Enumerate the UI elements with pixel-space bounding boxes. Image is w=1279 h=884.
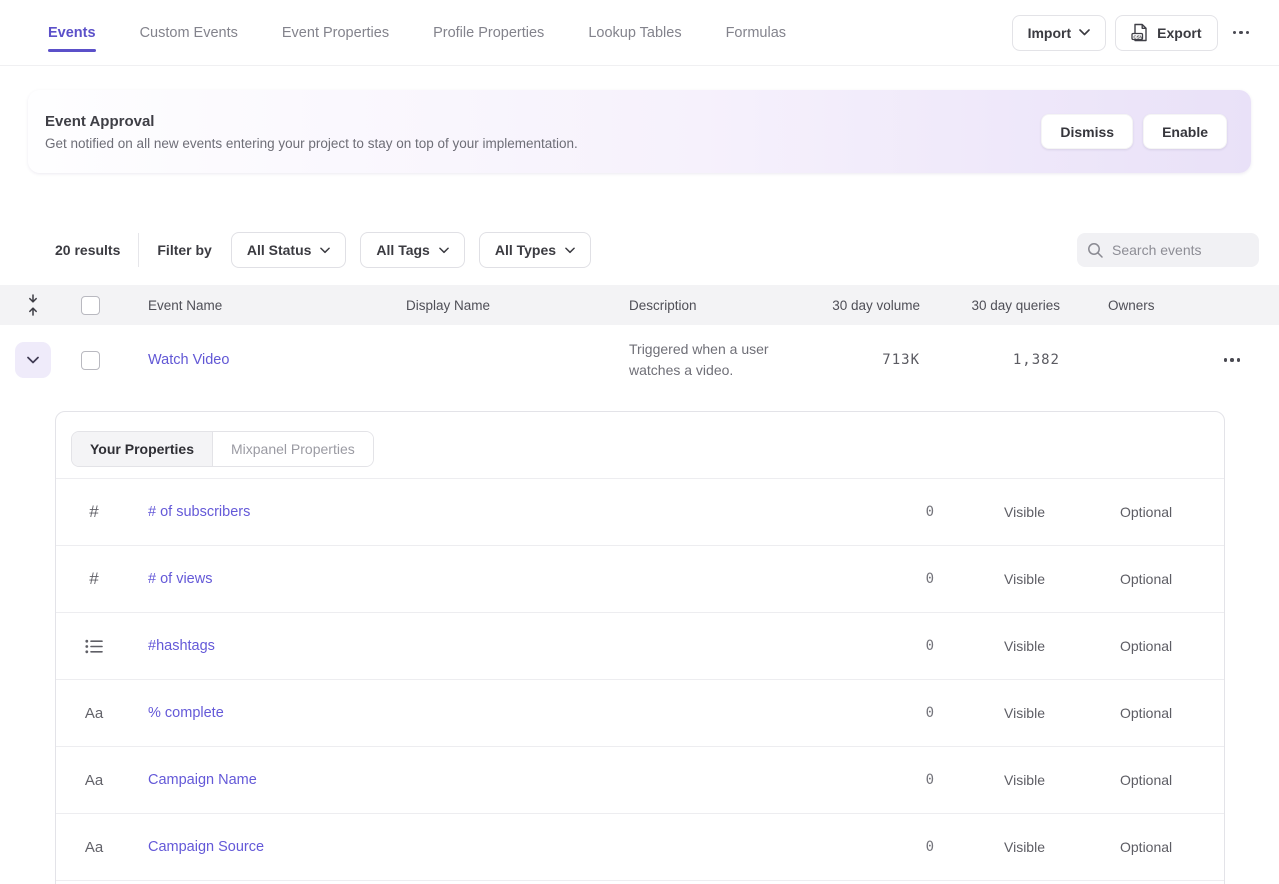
- select-all-checkbox[interactable]: [81, 296, 100, 315]
- property-queries: 0: [874, 504, 934, 520]
- status-filter-dropdown[interactable]: All Status: [231, 232, 347, 268]
- tags-filter-dropdown[interactable]: All Tags: [360, 232, 464, 268]
- text-type-icon: Aa: [85, 839, 103, 856]
- property-requirement: Optional: [1084, 504, 1224, 520]
- csv-file-icon: CSV: [1131, 23, 1149, 42]
- tab-mixpanel-properties[interactable]: Mixpanel Properties: [213, 432, 373, 466]
- banner-subtitle: Get notified on all new events entering …: [45, 136, 578, 151]
- property-row: # # of subscribers 0 Visible Optional: [56, 479, 1224, 546]
- property-name-link[interactable]: # of views: [148, 571, 212, 587]
- property-queries: 0: [874, 772, 934, 788]
- event-queries: 1,382: [1013, 352, 1060, 368]
- property-visibility: Visible: [974, 504, 1084, 520]
- chevron-down-icon: [565, 247, 575, 254]
- property-name-link[interactable]: % complete: [148, 705, 224, 721]
- property-name-link[interactable]: # of subscribers: [148, 504, 250, 520]
- types-filter-dropdown[interactable]: All Types: [479, 232, 591, 268]
- text-type-icon: Aa: [85, 772, 103, 789]
- export-button-label: Export: [1157, 25, 1201, 41]
- property-row: Aa % complete 0 Visible Optional: [56, 680, 1224, 747]
- search-icon: [1087, 242, 1104, 259]
- filter-bar: 20 results Filter by All Status All Tags…: [55, 232, 1259, 268]
- chevron-down-icon: [320, 247, 330, 254]
- tab-your-properties[interactable]: Your Properties: [72, 432, 213, 466]
- nav-tabs: Events Custom Events Event Properties Pr…: [48, 2, 786, 64]
- property-visibility: Visible: [974, 839, 1084, 855]
- number-type-icon: #: [89, 569, 98, 589]
- property-name-link[interactable]: #hashtags: [148, 638, 215, 654]
- header-display-name: Display Name: [406, 298, 629, 313]
- import-button-label: Import: [1028, 25, 1072, 41]
- property-requirement: Optional: [1084, 571, 1224, 587]
- tab-event-properties[interactable]: Event Properties: [282, 2, 389, 64]
- tab-events[interactable]: Events: [48, 2, 96, 64]
- filter-by-label: Filter by: [157, 242, 211, 258]
- header-description: Description: [629, 298, 821, 313]
- top-navigation: Events Custom Events Event Properties Pr…: [0, 0, 1279, 66]
- dismiss-button[interactable]: Dismiss: [1041, 114, 1133, 149]
- tags-filter-label: All Tags: [376, 242, 429, 258]
- text-type-icon: Aa: [85, 705, 103, 722]
- number-type-icon: #: [89, 502, 98, 522]
- import-button[interactable]: Import: [1012, 15, 1107, 51]
- property-row: Aa Campaign Source 0 Visible Optional: [56, 814, 1224, 881]
- export-button[interactable]: CSV Export: [1115, 15, 1217, 51]
- tab-formulas[interactable]: Formulas: [726, 2, 786, 64]
- header-30-day-queries: 30 day queries: [920, 298, 1060, 313]
- tab-custom-events[interactable]: Custom Events: [140, 2, 238, 64]
- property-requirement: Optional: [1084, 705, 1224, 721]
- chevron-down-icon: [1079, 29, 1090, 36]
- search-input[interactable]: [1112, 242, 1249, 258]
- event-volume: 713K: [882, 352, 920, 368]
- property-row: #hashtags 0 Visible Optional: [56, 613, 1224, 680]
- property-visibility: Visible: [974, 705, 1084, 721]
- row-checkbox[interactable]: [81, 351, 100, 370]
- collapse-all-icon[interactable]: [26, 294, 40, 316]
- divider: [138, 233, 139, 267]
- property-queries: 0: [874, 638, 934, 654]
- list-type-icon: [85, 639, 103, 654]
- property-visibility: Visible: [974, 772, 1084, 788]
- property-queries: 0: [874, 705, 934, 721]
- types-filter-label: All Types: [495, 242, 556, 258]
- results-count: 20 results: [55, 242, 120, 258]
- row-more-options-button[interactable]: [1218, 350, 1247, 370]
- header-30-day-volume: 30 day volume: [821, 298, 920, 313]
- event-row-watch-video: Watch Video Triggered when a user watche…: [0, 325, 1279, 395]
- property-queries: 0: [874, 571, 934, 587]
- header-owners: Owners: [1060, 298, 1200, 313]
- chevron-down-icon: [439, 247, 449, 254]
- property-queries: 0: [874, 839, 934, 855]
- svg-text:CSV: CSV: [1134, 34, 1144, 39]
- property-name-link[interactable]: Campaign Source: [148, 839, 264, 855]
- tab-profile-properties[interactable]: Profile Properties: [433, 2, 544, 64]
- property-row: Aa Campaign Name 0 Visible Optional: [56, 747, 1224, 814]
- event-name-link[interactable]: Watch Video: [148, 352, 229, 368]
- enable-button[interactable]: Enable: [1143, 114, 1227, 149]
- collapse-row-button[interactable]: [15, 342, 51, 378]
- events-table-header: Event Name Display Name Description 30 d…: [0, 285, 1279, 325]
- property-requirement: Optional: [1084, 839, 1224, 855]
- property-visibility: Visible: [974, 571, 1084, 587]
- property-row: # # of views 0 Visible Optional: [56, 546, 1224, 613]
- event-description: Triggered when a user watches a video.: [629, 339, 791, 381]
- property-visibility: Visible: [974, 638, 1084, 654]
- status-filter-label: All Status: [247, 242, 312, 258]
- property-requirement: Optional: [1084, 772, 1224, 788]
- event-approval-banner: Event Approval Get notified on all new e…: [28, 90, 1251, 173]
- header-event-name: Event Name: [148, 298, 406, 313]
- event-properties-panel: Your Properties Mixpanel Properties # # …: [55, 411, 1225, 884]
- properties-tab-group: Your Properties Mixpanel Properties: [71, 431, 374, 467]
- banner-title: Event Approval: [45, 113, 578, 130]
- more-options-button[interactable]: [1227, 23, 1256, 43]
- property-requirement: Optional: [1084, 638, 1224, 654]
- search-box: [1077, 233, 1259, 267]
- property-name-link[interactable]: Campaign Name: [148, 772, 257, 788]
- tab-lookup-tables[interactable]: Lookup Tables: [588, 2, 681, 64]
